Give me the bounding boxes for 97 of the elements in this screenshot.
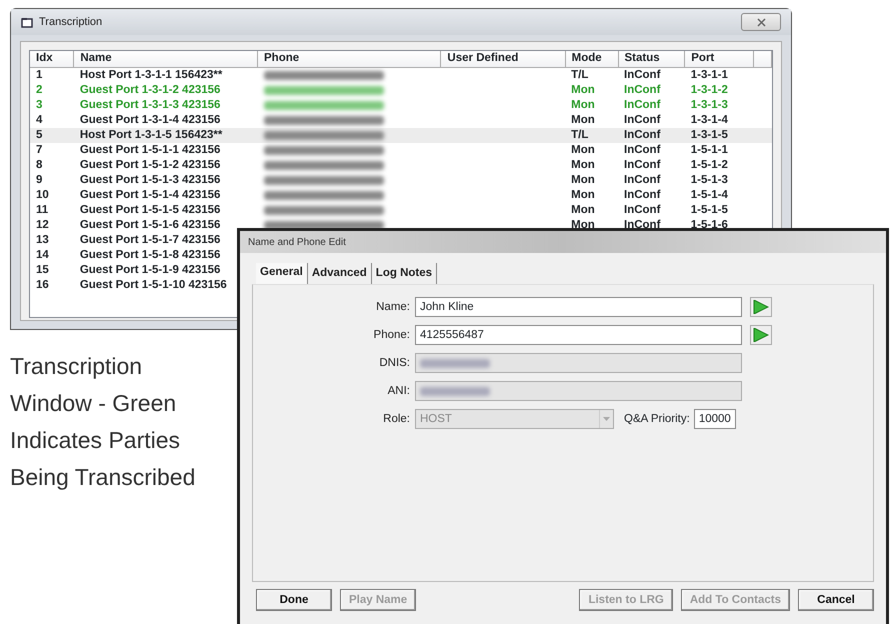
- table-cell-text: 16: [35, 278, 50, 292]
- column-header[interactable]: Name: [74, 51, 258, 67]
- table-cell-text: Mon: [570, 82, 596, 98]
- table-cell-text: 1-5-1-4: [690, 188, 729, 202]
- column-header[interactable]: Idx: [30, 51, 74, 67]
- dialog-button[interactable]: Cancel: [798, 589, 874, 612]
- column-header[interactable]: Port: [684, 51, 754, 67]
- table-cell: 1: [30, 67, 74, 82]
- table-cell-text: 15: [35, 262, 50, 278]
- table-cell-text: 3: [35, 98, 44, 112]
- dialog-title: Name and Phone Edit: [240, 231, 886, 253]
- table-cell-text: Guest Port 1-5-1-8 423156: [78, 248, 222, 262]
- table-cell-text: Guest Port 1-5-1-6 423156: [78, 218, 222, 232]
- caret-icon: [603, 417, 610, 422]
- table-cell-text: Guest Port 1-5-1-9 423156: [78, 262, 222, 278]
- table-cell-text: InConf: [623, 218, 662, 232]
- table-cell: T/L: [565, 128, 618, 142]
- table-cell-text: InConf: [623, 158, 662, 172]
- column-header: [754, 51, 772, 67]
- table-cell-text: Mon: [570, 218, 596, 232]
- input-field[interactable]: 4125556487: [415, 325, 742, 346]
- table-cell-text: Guest Port 1-3-1-2 423156: [78, 82, 222, 98]
- table-cell-text: 1-3-1-3: [690, 98, 729, 112]
- column-header[interactable]: User Defined: [440, 51, 566, 67]
- table-cell-text: 1-5-1-6: [690, 218, 729, 232]
- field-label: Role:: [382, 412, 411, 427]
- tab[interactable]: Advanced: [308, 263, 372, 284]
- play-button[interactable]: [750, 297, 772, 318]
- table-cell-text: 10: [35, 188, 50, 202]
- table-cell-text: Mon: [570, 112, 596, 128]
- field-label: DNIS:: [378, 356, 411, 371]
- table-cell-text: 9: [35, 172, 44, 188]
- table-cell: 1-5-1-1: [684, 142, 754, 158]
- column-header[interactable]: Status: [618, 51, 685, 67]
- table-cell-text: InConf: [623, 98, 662, 112]
- table-cell-text: InConf: [623, 172, 662, 188]
- table-cell: InConf: [618, 67, 685, 82]
- table-cell: Mon: [565, 142, 618, 158]
- caption-text: Transcription Window - Green Indicates Parties Being Transcribed: [10, 352, 196, 492]
- column-header[interactable]: Phone: [258, 51, 441, 67]
- table-cell: T/L: [565, 67, 618, 82]
- field-label: Phone:: [372, 328, 411, 343]
- table-cell-text: Guest Port 1-5-1-2 423156: [78, 158, 222, 172]
- close-button[interactable]: [741, 13, 781, 31]
- table-cell-text: Mon: [570, 202, 596, 218]
- tab[interactable]: General: [256, 263, 308, 284]
- blurred-value: [420, 387, 490, 396]
- table-cell-text: 1-3-1-2: [690, 82, 729, 98]
- input-field[interactable]: John Kline: [415, 297, 742, 318]
- table-cell-text: 14: [35, 248, 50, 262]
- table-cell-text: Mon: [570, 172, 596, 188]
- blurred-value: [420, 359, 490, 368]
- table-cell-text: 11: [35, 202, 50, 218]
- dialog-button[interactable]: Done: [256, 589, 332, 612]
- table-cell: 5: [30, 128, 74, 142]
- table-cell-text: Guest Port 1-3-1-4 423156: [78, 112, 222, 128]
- field-label: Q&A Priority:: [624, 412, 690, 427]
- table-cell-text: InConf: [623, 82, 662, 98]
- play-icon: [753, 300, 769, 314]
- table-cell: Host Port 1-3-1-5 156423**: [74, 128, 258, 142]
- table-cell-text: 2: [35, 82, 44, 98]
- close-icon: [756, 18, 766, 26]
- window-title: Transcription: [39, 14, 102, 30]
- table-cell-text: 1-5-1-3: [690, 172, 729, 188]
- table-cell: InConf: [618, 128, 685, 142]
- field-label: ANI:: [386, 384, 411, 399]
- table-cell-text: Mon: [570, 98, 596, 112]
- field-label: Name:: [375, 300, 411, 315]
- table-cell: InConf: [618, 142, 685, 158]
- table-cell-text: 8: [35, 158, 44, 172]
- table-cell-text: Guest Port 1-5-1-5 423156: [78, 202, 222, 218]
- table-cell: Guest Port 1-5-1-1 423156: [74, 142, 258, 158]
- table-cell-text: 13: [35, 232, 50, 248]
- table-cell-text: 1-3-1-4: [690, 112, 729, 128]
- dropdown-value: HOST: [420, 412, 452, 427]
- column-header[interactable]: Mode: [565, 51, 618, 67]
- table-cell-text: InConf: [623, 202, 662, 218]
- table-cell-text: Guest Port 1-3-1-3 423156: [78, 98, 222, 112]
- play-button[interactable]: [750, 325, 772, 346]
- table-cell-text: 4: [35, 112, 44, 128]
- table-cell-text: InConf: [623, 188, 662, 202]
- table-cell: 1-3-1-1: [684, 67, 754, 82]
- table-cell-text: Mon: [570, 158, 596, 172]
- table-cell-text: Guest Port 1-5-1-10 423156: [78, 278, 228, 292]
- tab[interactable]: Log Notes: [372, 263, 438, 284]
- table-cell-text: Mon: [570, 188, 596, 202]
- table-cell-text: 1-5-1-2: [690, 158, 729, 172]
- table-cell: Host Port 1-3-1-1 156423**: [74, 67, 258, 82]
- table-cell-text: InConf: [623, 112, 662, 128]
- play-icon: [753, 328, 769, 342]
- table-cell: 1-3-1-5: [684, 128, 754, 142]
- table-cell-text: 1-5-1-5: [690, 202, 729, 218]
- table-cell-text: 12: [35, 218, 50, 232]
- table-cell: 7: [30, 142, 74, 158]
- table-cell-text: Guest Port 1-5-1-4 423156: [78, 188, 222, 202]
- window-icon: [21, 16, 33, 28]
- table-cell-text: Guest Port 1-5-1-3 423156: [78, 172, 222, 188]
